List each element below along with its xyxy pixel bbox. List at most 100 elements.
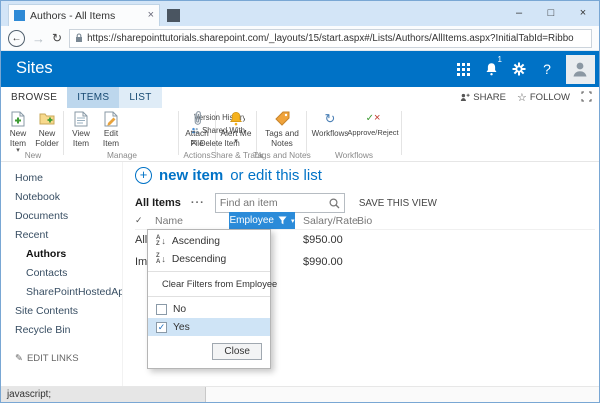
share-icon — [460, 93, 470, 102]
search-icon[interactable] — [329, 198, 340, 209]
workflow-icon: ↻ — [325, 112, 336, 125]
approve-reject-icon: ✓× — [366, 109, 381, 128]
group-label-new: New — [25, 150, 42, 160]
filter-option-yes[interactable]: ✓ Yes — [148, 318, 270, 336]
ribbon: New Item ▾ New Folder View Item Edit Ite… — [1, 108, 599, 162]
checkmark-icon: ✓ — [158, 323, 166, 332]
account-avatar[interactable] — [561, 51, 599, 87]
checkbox-unchecked[interactable] — [156, 304, 167, 315]
menu-item-descending[interactable]: ZA ↓ Descending — [148, 250, 270, 268]
sidebar-item-recent[interactable]: Recent — [1, 225, 122, 244]
select-all-check-icon[interactable]: ✓ — [135, 215, 155, 226]
sidebar-item-contacts[interactable]: Contacts — [1, 263, 122, 282]
browser-window: Authors - All Items × – □ × ← → ↻ https:… — [0, 0, 600, 403]
checkbox-checked[interactable]: ✓ — [156, 322, 167, 333]
close-window-button[interactable]: × — [567, 1, 599, 26]
url-field[interactable]: https://sharepointtutorials.sharepoint.c… — [69, 29, 592, 48]
sidebar-item-notebook[interactable]: Notebook — [1, 187, 122, 206]
alert-me-button[interactable]: Alert Me ▾ — [219, 109, 253, 145]
tags-notes-button[interactable]: Tags and Notes — [259, 109, 305, 148]
new-item-button[interactable]: New Item ▾ — [4, 109, 32, 154]
suite-bar: Sites 1 ? — [1, 51, 599, 87]
tab-list[interactable]: LIST — [119, 87, 161, 108]
lock-icon — [75, 33, 83, 43]
tab-favicon-icon — [14, 10, 25, 21]
edit-links-button[interactable]: ✎ EDIT LINKS — [1, 353, 122, 364]
attach-file-button[interactable]: Attach File — [181, 109, 213, 148]
notifications-bell-icon[interactable]: 1 — [477, 51, 505, 87]
new-folder-button[interactable]: New Folder — [33, 109, 61, 148]
address-bar: ← → ↻ https://sharepointtutorials.sharep… — [1, 26, 599, 51]
sort-ascending-icon: AZ ↓ — [156, 235, 166, 247]
suite-icons: 1 ? — [449, 51, 599, 87]
approve-reject-button[interactable]: ✓× Approve/Reject — [347, 109, 399, 138]
sidebar-item-site-contents[interactable]: Site Contents — [1, 301, 122, 320]
new-item-icon — [11, 109, 25, 128]
attach-file-icon — [192, 109, 203, 128]
column-header-name[interactable]: Name — [155, 215, 229, 227]
column-header-salary[interactable]: Salary/Rate — [303, 215, 347, 227]
window-controls: – □ × — [503, 1, 599, 26]
view-all-items[interactable]: All Items — [135, 197, 181, 209]
settings-gear-icon[interactable] — [505, 51, 533, 87]
workflows-button[interactable]: ↻ Workflows — [311, 109, 349, 138]
minimize-button[interactable]: – — [503, 1, 535, 26]
new-tab-button[interactable] — [167, 9, 180, 22]
alert-bell-icon — [229, 109, 243, 128]
refresh-icon[interactable]: ↻ — [52, 31, 62, 45]
save-this-view-link[interactable]: SAVE THIS VIEW — [359, 198, 437, 209]
new-folder-icon — [39, 109, 55, 128]
search-box — [215, 193, 345, 213]
tab-browse[interactable]: BROWSE — [1, 87, 67, 108]
title-bar: Authors - All Items × – □ × — [1, 1, 599, 26]
site-title: Sites — [16, 59, 53, 78]
tab-title: Authors - All Items — [30, 10, 143, 22]
notification-count-badge: 1 — [498, 55, 502, 64]
row-salary: $950.00 — [303, 234, 363, 246]
edit-list-link[interactable]: or edit this list — [230, 167, 322, 184]
row-salary: $990.00 — [303, 256, 363, 268]
person-icon — [570, 59, 590, 79]
caret-down-icon: ▾ — [234, 139, 238, 145]
search-input[interactable] — [220, 197, 326, 209]
follow-button[interactable]: ☆ FOLLOW — [517, 91, 570, 104]
back-icon[interactable]: ← — [8, 30, 25, 47]
tab-close-icon[interactable]: × — [148, 10, 154, 21]
follow-star-icon: ☆ — [517, 91, 527, 104]
sidebar-item-recycle-bin[interactable]: Recycle Bin — [1, 320, 122, 339]
group-label-tags-notes: Tags and Notes — [253, 150, 311, 160]
sidebar-item-sharepointhostedapp[interactable]: SharePointHostedApp — [1, 282, 122, 301]
tab-items[interactable]: ITEMS — [67, 87, 119, 108]
tag-icon — [275, 109, 290, 128]
more-views-button[interactable]: ··· — [191, 197, 205, 209]
sidebar-item-documents[interactable]: Documents — [1, 206, 122, 225]
employee-filter-menu: AZ ↓ Ascending ZA ↓ Descending Clear Fil… — [147, 229, 271, 369]
column-header-bio[interactable]: Bio — [357, 215, 372, 227]
sort-descending-icon: ZA ↓ — [156, 253, 166, 265]
focus-on-content-icon[interactable] — [581, 91, 592, 105]
share-button[interactable]: SHARE — [460, 92, 506, 103]
column-header-employee[interactable]: Employee ▾ — [229, 212, 295, 229]
group-label-manage: Manage — [107, 150, 137, 160]
menu-item-ascending[interactable]: AZ ↓ Ascending — [148, 232, 270, 250]
pencil-icon: ✎ — [15, 353, 23, 364]
app-launcher-icon[interactable] — [449, 51, 477, 87]
new-item-link[interactable]: new item — [159, 167, 223, 184]
status-text: javascript; — [1, 387, 206, 403]
menu-item-clear-filters[interactable]: Clear Filters from Employee — [148, 275, 270, 293]
ribbon-tab-row: BROWSE ITEMS LIST SHARE ☆ FOLLOW — [1, 87, 599, 108]
close-button[interactable]: Close — [212, 343, 262, 360]
browser-tab[interactable]: Authors - All Items × — [8, 4, 160, 26]
status-bar: javascript; — [1, 386, 599, 403]
group-label-actions: Actions — [183, 150, 210, 160]
sidebar-item-home[interactable]: Home — [1, 168, 122, 187]
forward-icon[interactable]: → — [32, 31, 45, 46]
add-icon: + — [135, 167, 152, 184]
caret-down-icon: ▾ — [291, 217, 295, 225]
url-text: https://sharepointtutorials.sharepoint.c… — [87, 33, 574, 44]
filter-option-no[interactable]: No — [148, 300, 270, 318]
maximize-button[interactable]: □ — [535, 1, 567, 26]
help-icon[interactable]: ? — [533, 51, 561, 87]
sidebar-item-authors[interactable]: Authors — [1, 244, 122, 263]
left-navigation: Home Notebook Documents Recent Authors C… — [1, 162, 123, 386]
